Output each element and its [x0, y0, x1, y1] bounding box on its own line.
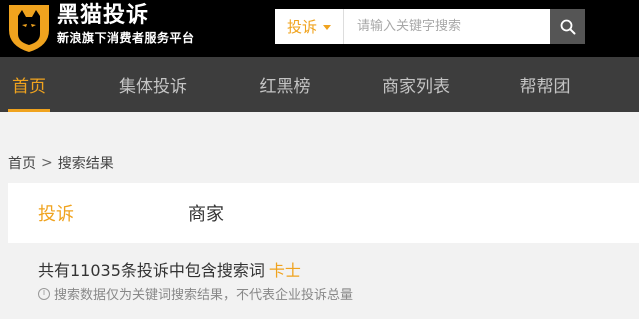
tab-complaints[interactable]: 投诉	[38, 183, 74, 243]
breadcrumb-separator: >	[41, 155, 53, 171]
nav-item-group-complaints[interactable]: 集体投诉	[103, 57, 203, 112]
result-count: 共有11035条投诉中包含搜索词 卡士	[38, 257, 301, 281]
info-icon: i	[38, 287, 50, 300]
search-keyword: 卡士	[268, 261, 301, 280]
nav-item-label: 集体投诉	[119, 77, 187, 97]
search-button[interactable]	[550, 9, 585, 44]
result-count-text: 共有11035条投诉中包含搜索词	[38, 261, 265, 280]
search-icon	[560, 19, 575, 34]
nav-item-label: 帮帮团	[519, 77, 571, 97]
nav-item-home[interactable]: 首页	[0, 57, 58, 112]
breadcrumb-home-link[interactable]: 首页	[8, 153, 36, 173]
search-type-dropdown[interactable]: 投诉	[275, 9, 344, 44]
search-type-label: 投诉	[286, 18, 317, 36]
caret-down-icon	[323, 25, 331, 30]
black-cat-shield-icon[interactable]	[6, 2, 52, 54]
search-bar: 投诉	[275, 9, 585, 44]
nav-item-help-team[interactable]: 帮帮团	[507, 57, 583, 112]
nav-item-red-black-list[interactable]: 红黑榜	[247, 57, 323, 112]
disclaimer-text: 搜索数据仅为关键词搜索结果，不代表企业投诉总量	[54, 288, 354, 303]
tab-merchants[interactable]: 商家	[188, 183, 224, 243]
tab-label: 投诉	[38, 204, 74, 225]
nav-item-label: 商家列表	[382, 77, 450, 97]
breadcrumb: 首页 > 搜索结果	[8, 153, 114, 173]
active-nav-indicator	[8, 109, 50, 112]
breadcrumb-current: 搜索结果	[57, 156, 114, 172]
search-input[interactable]	[345, 9, 550, 44]
nav-item-label: 红黑榜	[259, 77, 311, 97]
result-tabs: 投诉 商家	[8, 183, 639, 243]
top-header: 黑猫投诉 新浪旗下消费者服务平台 投诉	[0, 0, 639, 57]
brand-slogan: 新浪旗下消费者服务平台	[57, 31, 195, 45]
search-disclaimer: i 搜索数据仅为关键词搜索结果，不代表企业投诉总量	[38, 284, 353, 303]
nav-item-merchant-list[interactable]: 商家列表	[366, 57, 466, 112]
tab-label: 商家	[188, 204, 224, 225]
brand-name[interactable]: 黑猫投诉	[57, 3, 149, 29]
main-nav: 首页 集体投诉 红黑榜 商家列表 帮帮团	[0, 57, 639, 112]
nav-item-label: 首页	[12, 77, 46, 97]
